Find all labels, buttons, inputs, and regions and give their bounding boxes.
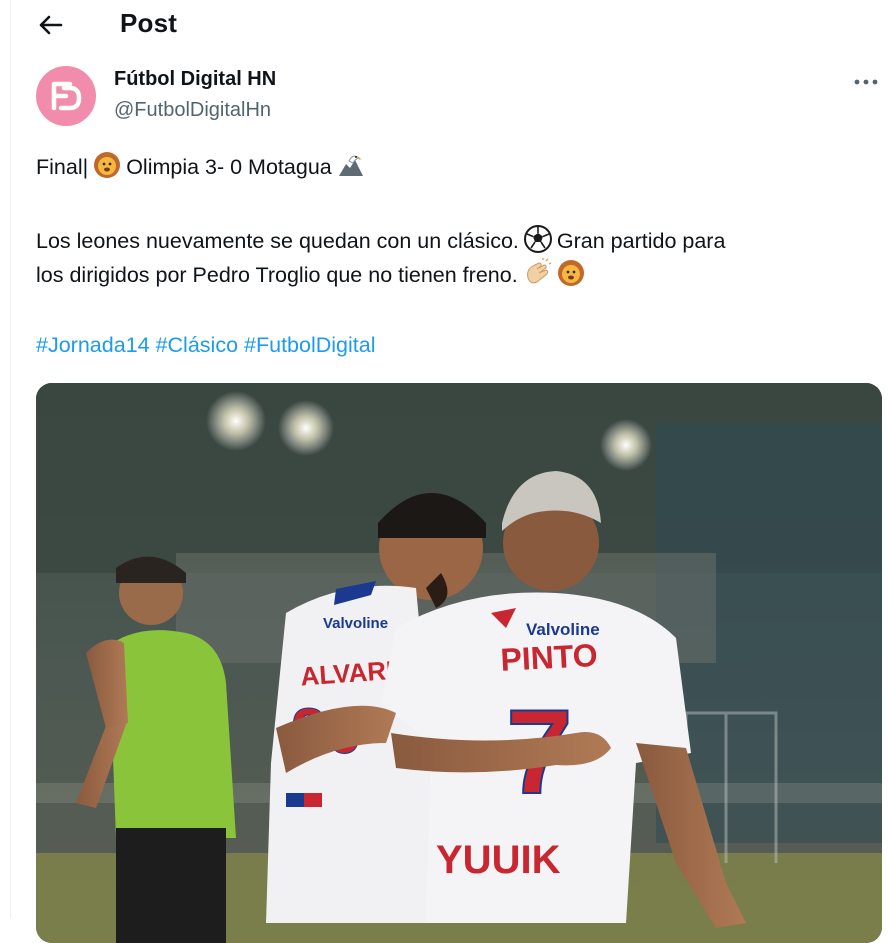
more-dots-icon — [854, 79, 878, 85]
more-options-button[interactable] — [848, 70, 884, 94]
author-handle[interactable]: @FutbolDigitalHn — [114, 99, 271, 122]
clapping-hands-emoji-icon — [522, 258, 552, 296]
tweet-text-line-3: los dirigidos por Pedro Troglio que no t… — [36, 258, 590, 296]
post-header: Post — [0, 0, 888, 52]
eagle-emoji-icon — [336, 150, 366, 188]
tweet-text-line-1: Final| Olimpia 3- 0 Motagua — [36, 150, 370, 188]
page-title: Post — [120, 8, 178, 38]
match-photo-illustration: Valvoline ALVAREZ 20 Valvoline PINTO 7 Y… — [36, 383, 882, 943]
back-button[interactable] — [30, 8, 70, 42]
svg-text:PINTO: PINTO — [500, 637, 599, 678]
hashtag-list: #Jornada14 #Clásico #FutbolDigital — [36, 330, 382, 360]
avatar[interactable] — [36, 66, 96, 126]
svg-text:Valvoline: Valvoline — [526, 620, 600, 639]
svg-text:YUUIK: YUUIK — [436, 838, 561, 882]
hashtag-link[interactable]: #Jornada14 — [36, 333, 150, 357]
fd-logo-icon — [51, 81, 82, 111]
timeline-border — [10, 0, 11, 918]
soccer-ball-emoji-icon — [523, 224, 553, 262]
tweet-photo[interactable]: Valvoline ALVAREZ 20 Valvoline PINTO 7 Y… — [36, 383, 882, 943]
svg-text:Valvoline: Valvoline — [323, 615, 388, 632]
author-name[interactable]: Fútbol Digital HN — [114, 68, 276, 91]
arrow-left-icon — [39, 15, 63, 35]
lion-emoji-icon — [556, 258, 586, 296]
tweet-text-line-2: Los leones nuevamente se quedan con un c… — [36, 224, 725, 262]
hashtag-link[interactable]: #FutbolDigital — [244, 333, 375, 357]
hashtag-link[interactable]: #Clásico — [156, 333, 238, 357]
lion-emoji-icon — [92, 150, 122, 188]
